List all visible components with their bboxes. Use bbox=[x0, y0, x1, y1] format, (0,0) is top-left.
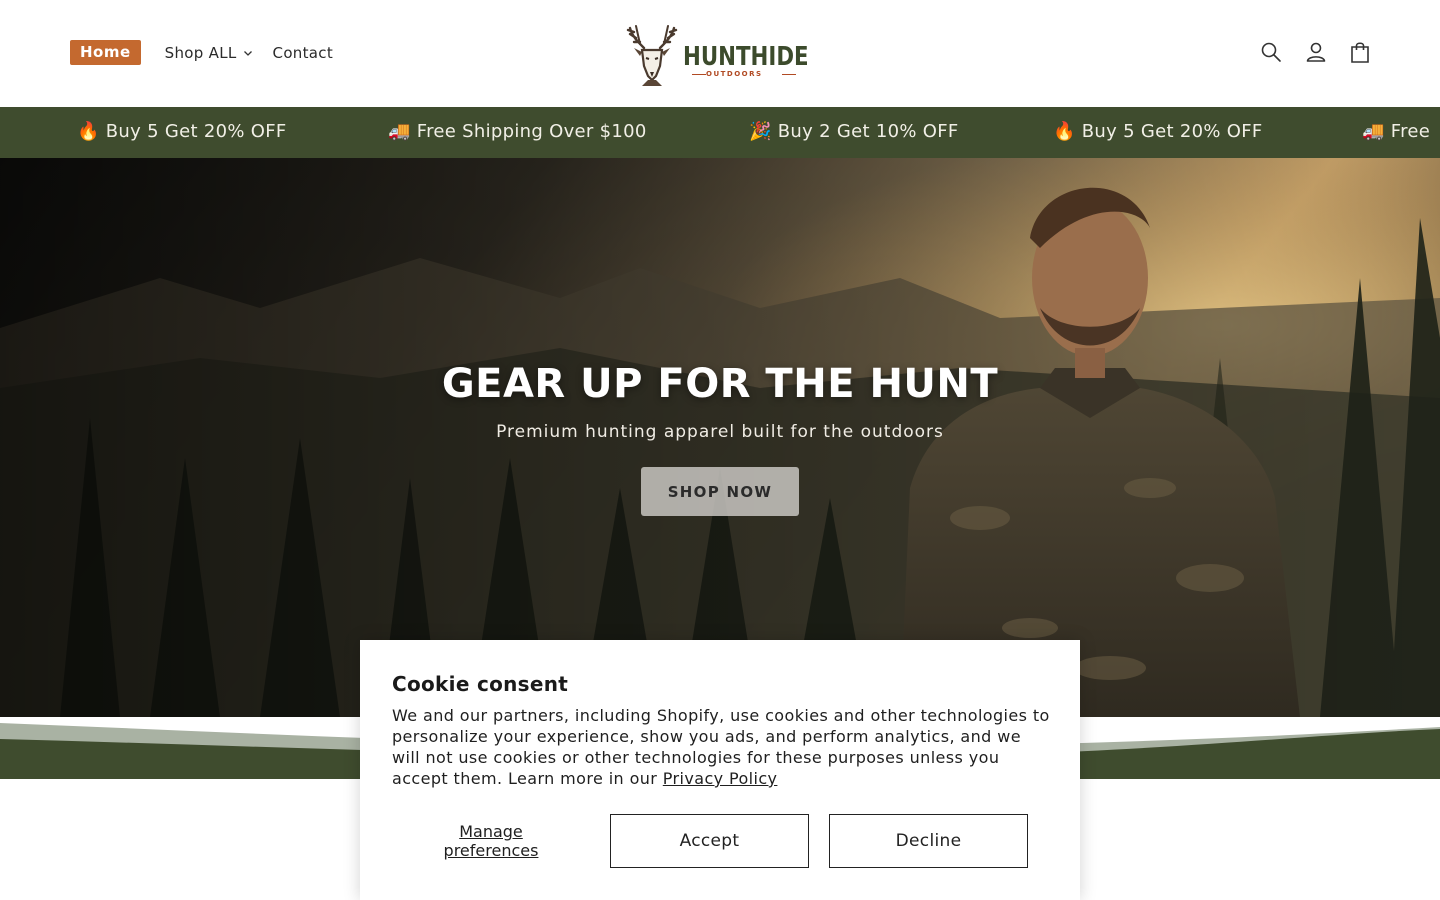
site-header: Home Shop ALL Contact HUNTHIDE OUTDOORS bbox=[0, 0, 1440, 107]
nav-contact[interactable]: Contact bbox=[273, 44, 333, 62]
chevron-down-icon bbox=[243, 50, 252, 56]
announcement-item: 🎉 Buy 2 Get 10% OFF bbox=[749, 121, 959, 142]
cookie-description: We and our partners, including Shopify, … bbox=[392, 705, 1052, 789]
announcement-item: 🚚 Free bbox=[1362, 121, 1431, 142]
account-icon[interactable] bbox=[1304, 40, 1328, 64]
announcement-item: 🚚 Free Shipping Over $100 bbox=[388, 121, 647, 142]
cart-icon[interactable] bbox=[1348, 40, 1372, 64]
nav-shop-all[interactable]: Shop ALL bbox=[165, 44, 253, 62]
main-nav: Home Shop ALL Contact bbox=[70, 40, 333, 65]
hero-subtitle: Premium hunting apparel built for the ou… bbox=[496, 422, 944, 442]
hero-banner: GEAR UP FOR THE HUNT Premium hunting app… bbox=[0, 158, 1440, 717]
cookie-consent-dialog: Cookie consent We and our partners, incl… bbox=[360, 640, 1080, 900]
decline-button[interactable]: Decline bbox=[829, 814, 1028, 868]
logo-divider-left bbox=[692, 74, 706, 75]
manage-preferences-link[interactable]: Manage preferences bbox=[420, 822, 562, 860]
cookie-title: Cookie consent bbox=[392, 672, 569, 696]
logo-subtitle: OUTDOORS bbox=[706, 70, 763, 78]
search-icon[interactable] bbox=[1259, 40, 1283, 64]
announcement-bar: 🔥 Buy 5 Get 20% OFF 🚚 Free Shipping Over… bbox=[0, 107, 1440, 158]
announcement-item: 🔥 Buy 5 Get 20% OFF bbox=[77, 121, 287, 142]
nav-home[interactable]: Home bbox=[70, 40, 141, 65]
logo-divider-right bbox=[782, 74, 796, 75]
shop-now-button[interactable]: SHOP NOW bbox=[641, 467, 799, 516]
deer-logo-icon[interactable] bbox=[622, 22, 682, 86]
announcement-item: 🔥 Buy 5 Get 20% OFF bbox=[1053, 121, 1263, 142]
hero-title: GEAR UP FOR THE HUNT bbox=[441, 361, 999, 407]
logo-wordmark: HUNTHIDE bbox=[683, 42, 809, 72]
accept-button[interactable]: Accept bbox=[610, 814, 809, 868]
nav-shop-all-label: Shop ALL bbox=[164, 43, 237, 62]
privacy-policy-link[interactable]: Privacy Policy bbox=[663, 769, 778, 788]
